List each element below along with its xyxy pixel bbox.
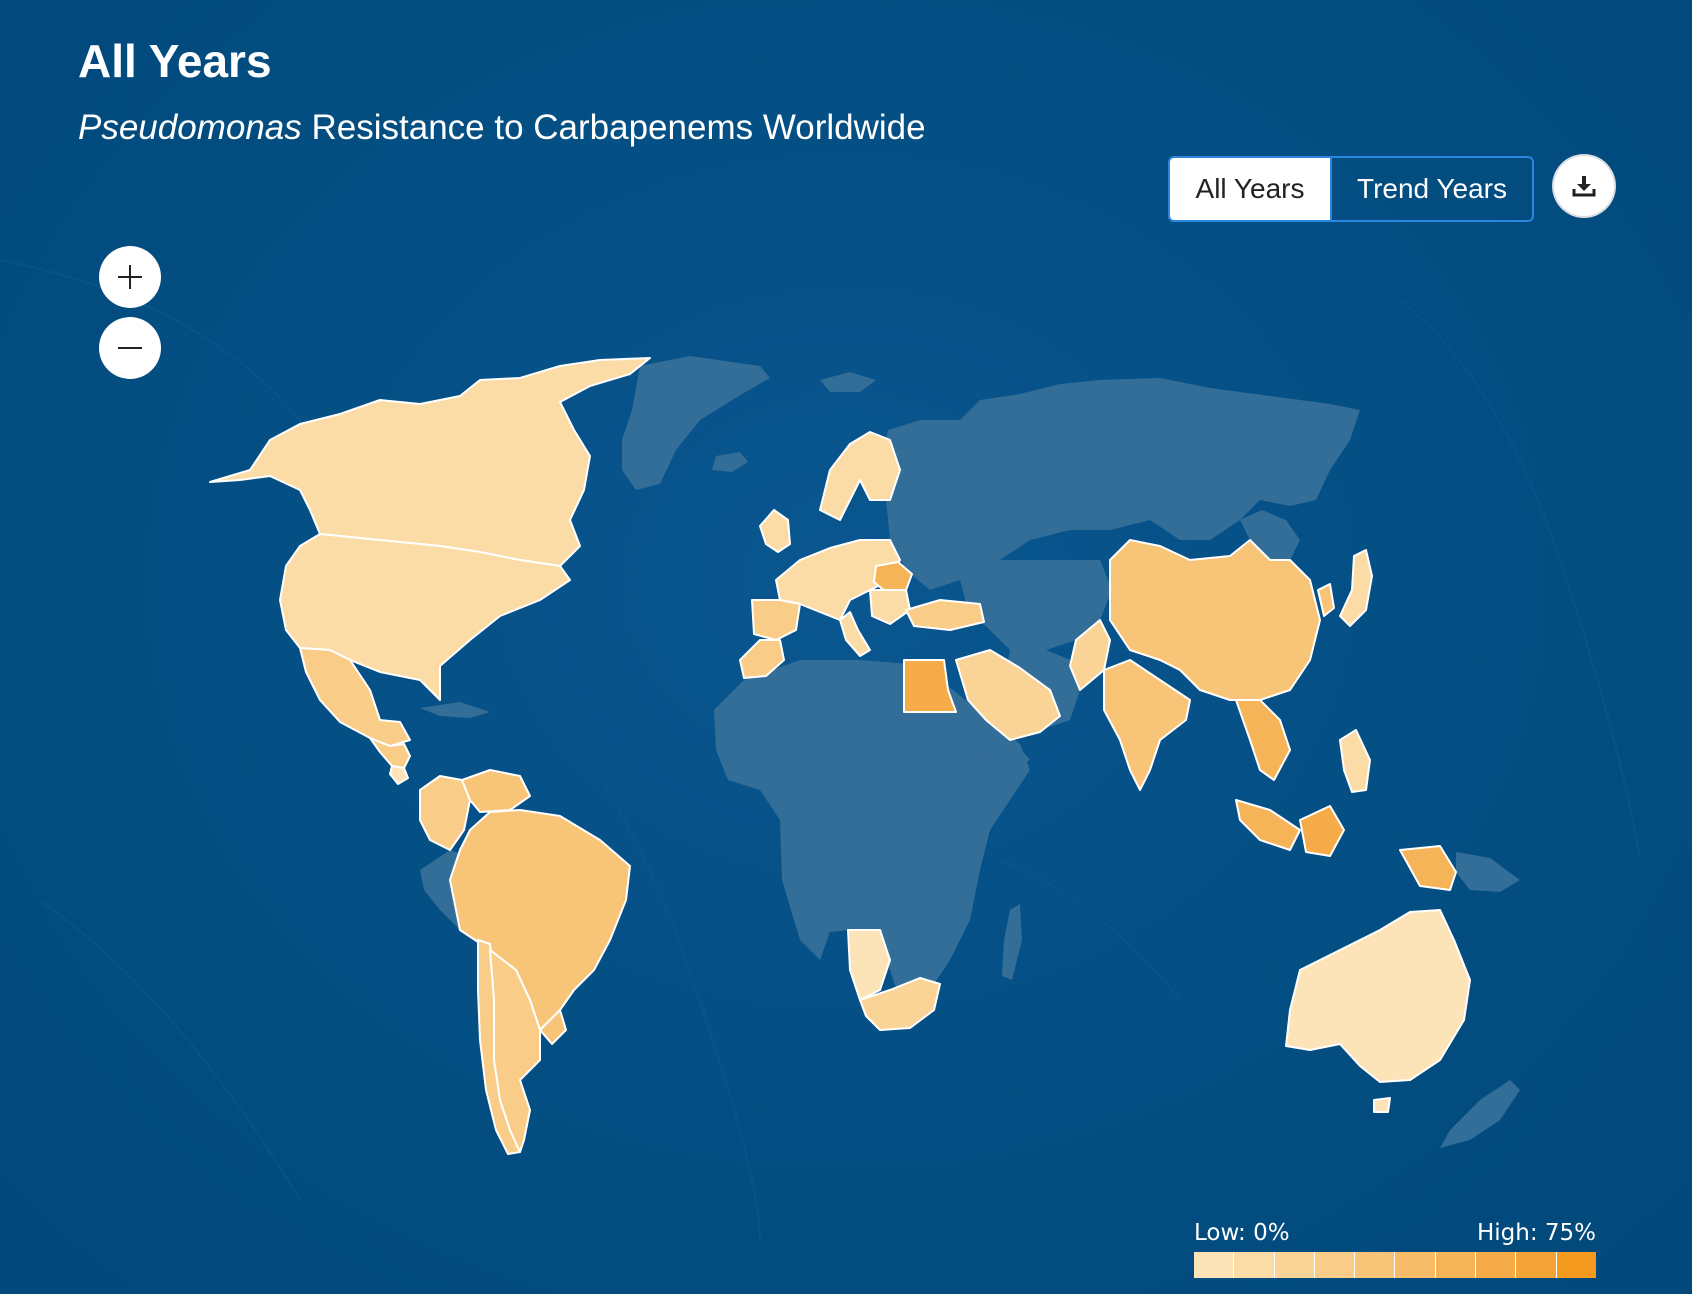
turkey[interactable] [905, 599, 985, 631]
legend-swatch [1194, 1252, 1235, 1278]
colombia[interactable] [419, 775, 471, 851]
southeast-asia[interactable] [1235, 699, 1291, 781]
balkans[interactable] [869, 589, 911, 625]
download-button[interactable] [1554, 156, 1614, 216]
zoom-out-button[interactable] [99, 317, 161, 379]
brazil[interactable] [449, 809, 631, 1031]
legend-swatch [1355, 1252, 1396, 1278]
madagascar[interactable] [1002, 904, 1022, 980]
year-range-toggle: All Years Trend Years [1168, 156, 1534, 222]
subtitle-rest: Resistance to Carbapenems Worldwide [301, 108, 926, 147]
panama[interactable] [389, 765, 409, 785]
legend-swatch [1395, 1252, 1436, 1278]
venezuela[interactable] [461, 769, 531, 813]
legend-swatch [1476, 1252, 1517, 1278]
zoom-in-button[interactable] [99, 246, 161, 308]
subtitle-organism: Pseudomonas [78, 108, 302, 147]
uk-ireland[interactable] [759, 509, 791, 553]
india[interactable] [1103, 659, 1191, 791]
plus-icon [118, 265, 142, 289]
legend-high-label: High: 75% [1476, 1220, 1596, 1246]
legend-color-scale [1194, 1252, 1596, 1278]
all-years-button[interactable]: All Years [1170, 158, 1330, 220]
legend-swatch [1274, 1252, 1315, 1278]
borneo[interactable] [1299, 805, 1345, 857]
iberia[interactable] [751, 599, 801, 641]
download-icon [1572, 176, 1596, 197]
caribbean-cuba[interactable] [420, 702, 490, 718]
arctic-islands[interactable] [820, 372, 876, 392]
legend-labels: Low: 0% High: 75% [1194, 1220, 1596, 1248]
italy[interactable] [839, 611, 871, 657]
philippines[interactable] [1339, 729, 1371, 793]
greenland[interactable] [622, 356, 770, 490]
legend-swatch [1556, 1252, 1596, 1278]
sulawesi-papua[interactable] [1399, 845, 1457, 891]
tasmania[interactable] [1373, 1097, 1391, 1113]
color-legend: Low: 0% High: 75% [1194, 1220, 1596, 1278]
australia[interactable] [1285, 909, 1471, 1083]
egypt[interactable] [903, 659, 957, 713]
png[interactable] [1456, 852, 1520, 892]
minus-icon [118, 347, 142, 349]
korea[interactable] [1317, 583, 1335, 617]
japan[interactable] [1339, 549, 1373, 627]
indonesia[interactable] [1235, 799, 1301, 851]
legend-swatch [1314, 1252, 1356, 1278]
legend-swatch [1435, 1252, 1477, 1278]
iceland[interactable] [712, 452, 748, 472]
page-subtitle: Pseudomonas Resistance to Carbapenems Wo… [78, 108, 926, 148]
canada-alaska[interactable] [209, 357, 651, 567]
map-page: All Years Pseudomonas Resistance to Carb… [0, 0, 1692, 1294]
new-zealand[interactable] [1440, 1080, 1520, 1148]
legend-low-label: Low: 0% [1194, 1220, 1290, 1246]
legend-swatch [1234, 1252, 1275, 1278]
legend-swatch [1516, 1252, 1557, 1278]
page-title: All Years [78, 35, 272, 87]
trend-years-button[interactable]: Trend Years [1330, 158, 1532, 220]
namibia-angola[interactable] [847, 929, 891, 1001]
